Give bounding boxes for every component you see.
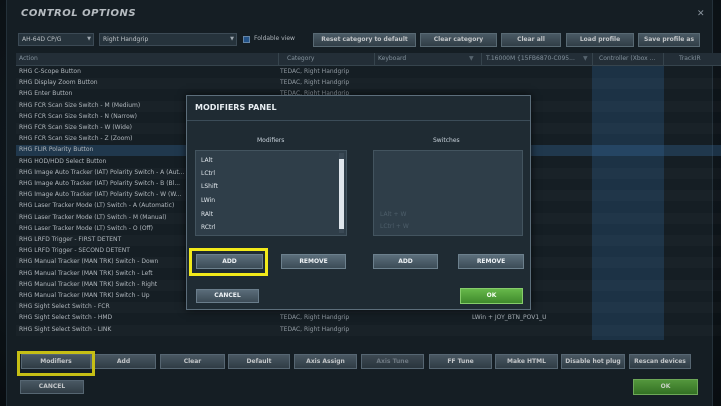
modal-title: MODIFIERS PANEL	[195, 103, 277, 112]
list-item[interactable]: LShift	[201, 183, 218, 190]
remove-modifier-button[interactable]: REMOVE	[281, 254, 346, 269]
switches-list[interactable]: LAlt + W LCtrl + W	[373, 150, 523, 236]
modal-cancel-button[interactable]: CANCEL	[196, 289, 259, 303]
modifiers-list[interactable]: LAlt LCtrl LShift LWin RAlt RCtrl	[195, 150, 347, 236]
modifiers-panel: MODIFIERS PANEL Modifiers Switches LAlt …	[186, 95, 531, 310]
switch-ghost-item: LCtrl + W	[380, 223, 409, 230]
modal-ok-button[interactable]: OK	[460, 288, 523, 304]
add-switch-button[interactable]: ADD	[373, 254, 438, 269]
scroll-thumb[interactable]	[339, 159, 344, 229]
add-modifier-button-highlight	[189, 248, 268, 276]
list-item[interactable]: LAlt	[201, 157, 213, 164]
switch-ghost-item: LAlt + W	[380, 211, 407, 218]
switches-column-label: Switches	[433, 137, 460, 144]
remove-switch-button[interactable]: REMOVE	[458, 254, 524, 269]
modifiers-scrollbar[interactable]	[339, 153, 344, 233]
list-item[interactable]: LWin	[201, 197, 215, 204]
list-item[interactable]: RCtrl	[201, 224, 216, 231]
list-item[interactable]: LCtrl	[201, 170, 215, 177]
modal-divider	[187, 120, 530, 121]
modifiers-column-label: Modifiers	[257, 137, 285, 144]
list-item[interactable]: RAlt	[201, 211, 213, 218]
